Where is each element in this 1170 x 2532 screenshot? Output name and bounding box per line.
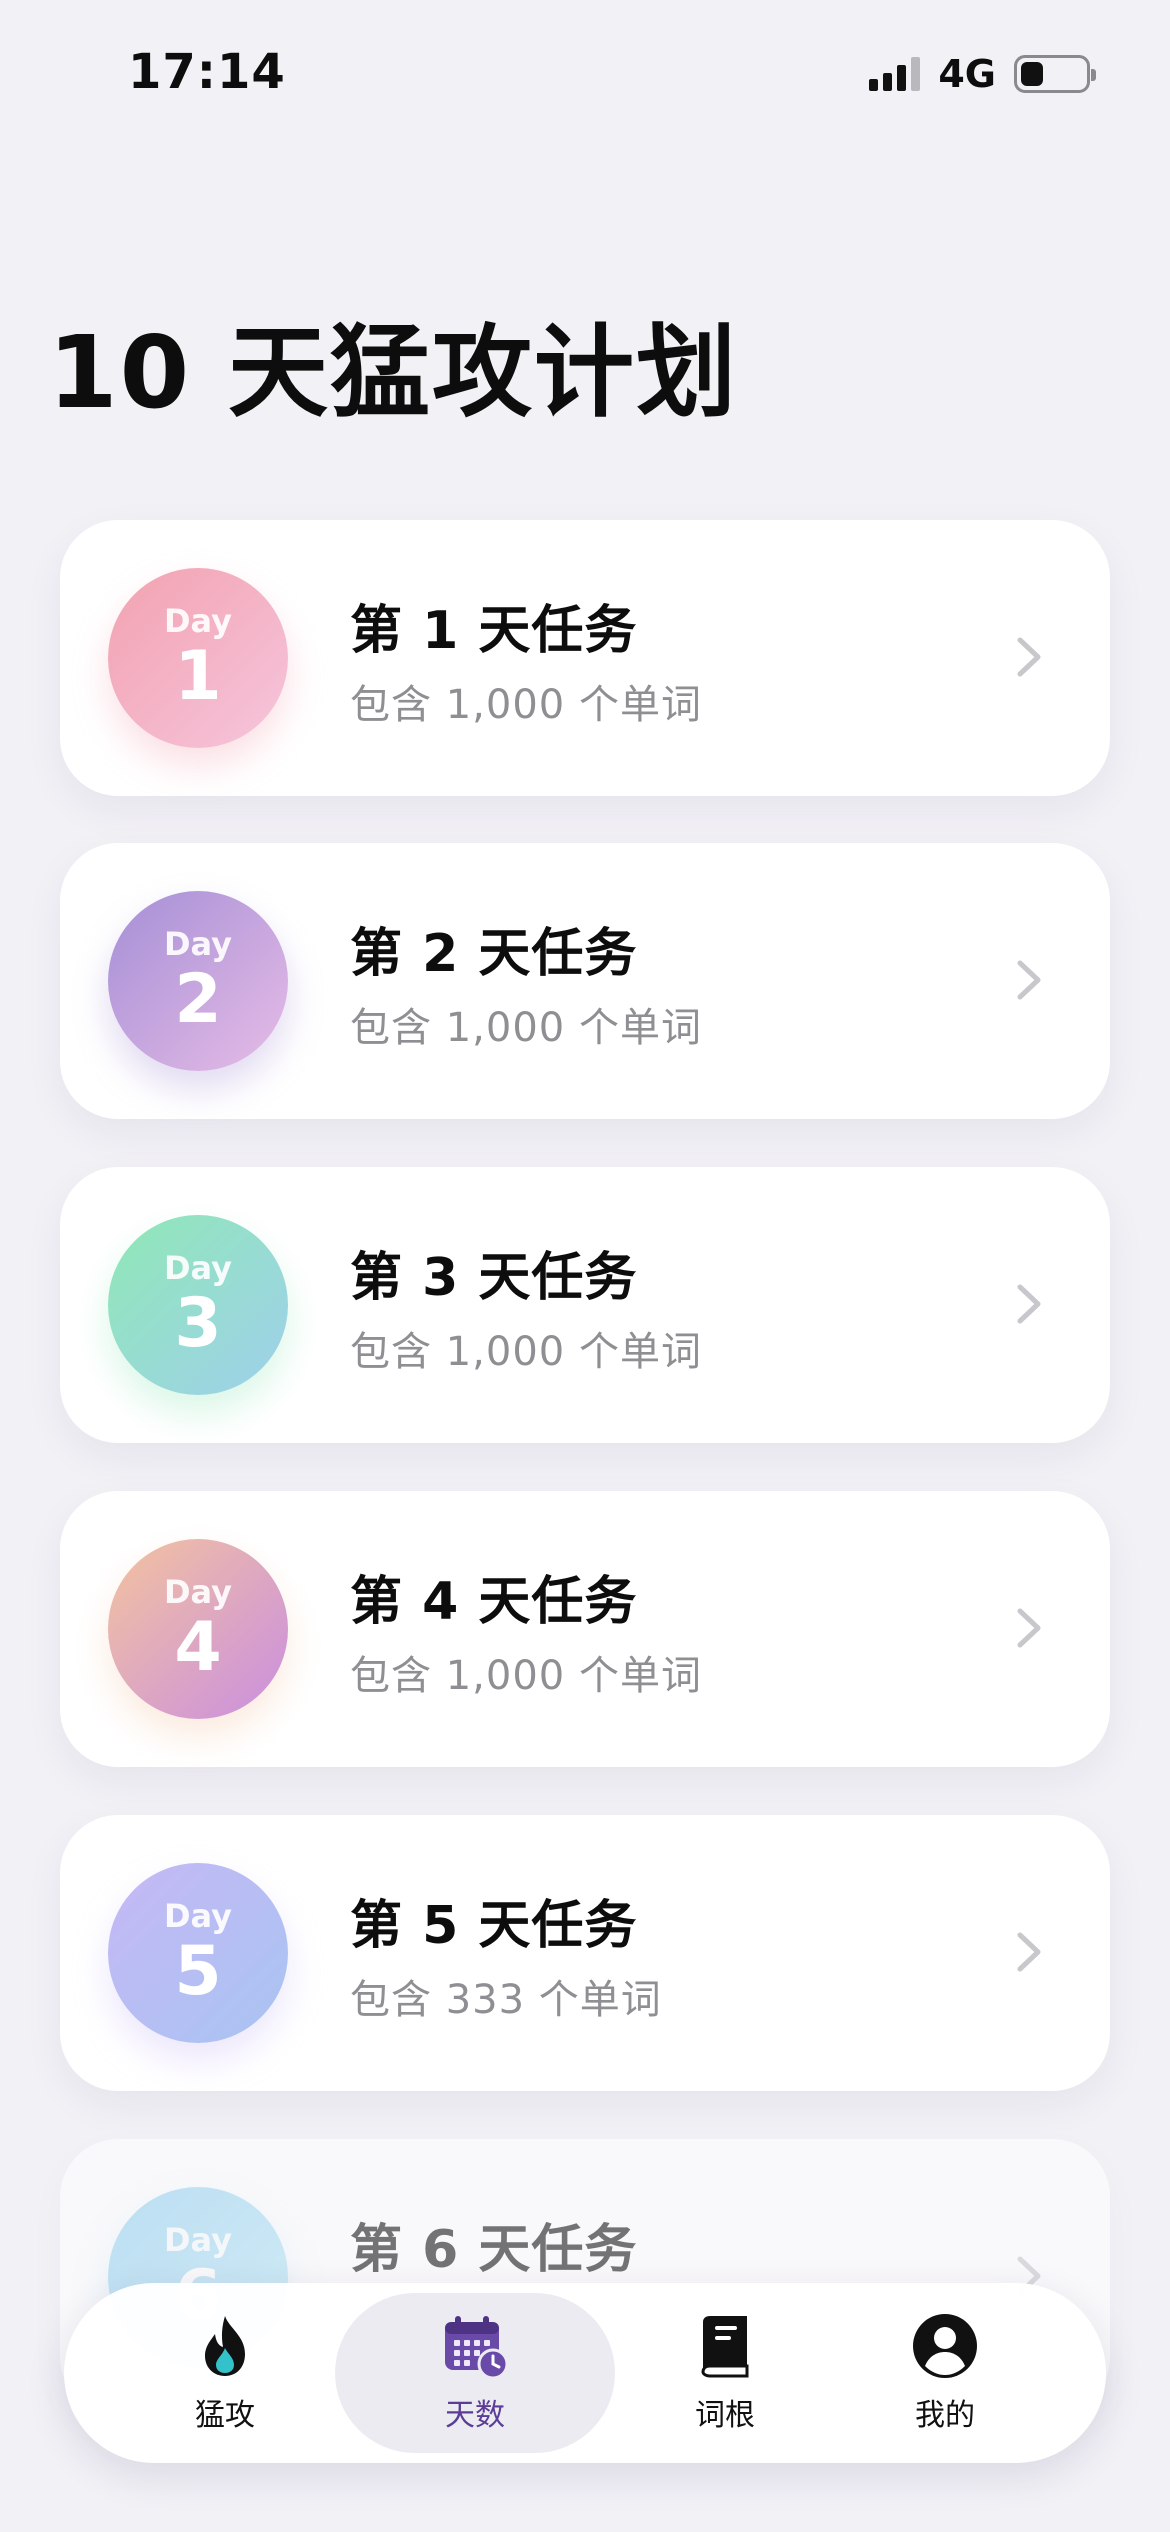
signal-icon [869, 57, 921, 91]
network-type: 4G [938, 52, 996, 96]
card-subtitle: 包含 1,000 个单词 [350, 1005, 702, 1051]
chevron-right-icon [1017, 960, 1041, 1000]
chevron-right-icon [1017, 637, 1041, 677]
tab-attack[interactable]: 猛攻 [85, 2293, 365, 2453]
day-badge: Day 4 [108, 1539, 288, 1719]
day-card-1[interactable]: Day 1 第 1 天任务 包含 1,000 个单词 [60, 520, 1110, 796]
chevron-right-icon [1017, 1284, 1041, 1324]
status-indicators: 4G [869, 52, 1096, 96]
bottom-tab-bar: 猛攻 天数 词根 我的 [64, 2283, 1106, 2463]
day-card-2[interactable]: Day 2 第 2 天任务 包含 1,000 个单词 [60, 843, 1110, 1119]
day-badge: Day 1 [108, 568, 288, 748]
page-title: 10 天猛攻计划 [48, 314, 738, 431]
chevron-right-icon [1017, 1932, 1041, 1972]
card-subtitle: 包含 333 个单词 [350, 1977, 662, 2023]
badge-day-label: Day [163, 602, 233, 640]
book-icon [701, 2316, 749, 2378]
badge-day-label: Day [163, 2221, 233, 2259]
card-title: 第 3 天任务 [350, 1248, 638, 1308]
card-title: 第 4 天任务 [350, 1572, 638, 1632]
badge-day-number: 3 [174, 1284, 222, 1363]
card-title: 第 1 天任务 [350, 601, 638, 661]
day-card-4[interactable]: Day 4 第 4 天任务 包含 1,000 个单词 [60, 1491, 1110, 1767]
tab-label: 词根 [695, 2398, 755, 2433]
badge-day-number: 1 [174, 637, 222, 716]
badge-day-number: 4 [174, 1608, 222, 1687]
badge-day-number: 5 [174, 1932, 222, 2011]
tab-profile[interactable]: 我的 [805, 2293, 1085, 2453]
day-badge: Day 5 [108, 1863, 288, 2043]
card-title: 第 6 天任务 [350, 2220, 638, 2280]
day-card-5[interactable]: Day 5 第 5 天任务 包含 333 个单词 [60, 1815, 1110, 2091]
day-badge: Day 3 [108, 1215, 288, 1395]
calendar-clock-icon [445, 2316, 509, 2380]
card-title: 第 2 天任务 [350, 924, 638, 984]
badge-day-label: Day [163, 1249, 233, 1287]
tab-label: 我的 [915, 2398, 975, 2433]
badge-day-number: 2 [174, 960, 222, 1039]
profile-icon [913, 2314, 977, 2378]
badge-day-label: Day [163, 925, 233, 963]
tab-label: 天数 [445, 2398, 505, 2433]
card-subtitle: 包含 1,000 个单词 [350, 1329, 702, 1375]
tab-label: 猛攻 [195, 2398, 255, 2433]
card-subtitle: 包含 1,000 个单词 [350, 1653, 702, 1699]
day-card-3[interactable]: Day 3 第 3 天任务 包含 1,000 个单词 [60, 1167, 1110, 1443]
card-subtitle: 包含 1,000 个单词 [350, 682, 702, 728]
status-time: 17:14 [128, 44, 286, 100]
flame-icon [205, 2316, 245, 2376]
card-title: 第 5 天任务 [350, 1896, 638, 1956]
battery-icon [1014, 55, 1096, 93]
badge-day-label: Day [163, 1897, 233, 1935]
badge-day-label: Day [163, 1573, 233, 1611]
chevron-right-icon [1017, 1608, 1041, 1648]
day-badge: Day 2 [108, 891, 288, 1071]
app-screen: 17:14 4G 10 天猛攻计划 Day 1 第 1 天任务 包含 1,000… [0, 0, 1170, 2532]
tab-days[interactable]: 天数 [335, 2293, 615, 2453]
